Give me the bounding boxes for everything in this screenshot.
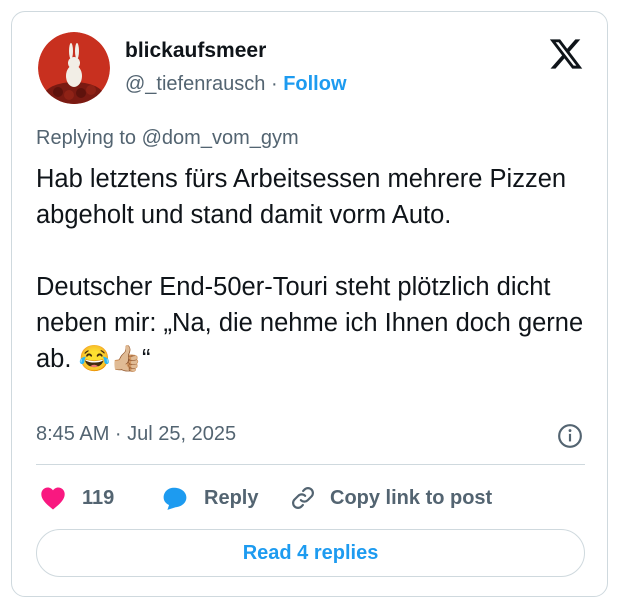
tweet-text: Hab letztens fürs Arbeitsessen mehrere P…	[36, 165, 584, 373]
copy-link-button[interactable]: Copy link to post	[290, 481, 492, 515]
rabbit-avatar-icon	[38, 32, 110, 104]
divider	[36, 464, 585, 465]
reply-bubble-icon	[163, 487, 187, 510]
display-name[interactable]: blickaufsmeer	[125, 38, 266, 64]
follow-button[interactable]: Follow	[283, 73, 346, 95]
like-button[interactable]: 119	[40, 481, 114, 515]
link-icon	[292, 487, 314, 509]
avatar[interactable]	[38, 32, 110, 104]
heart-icon	[41, 487, 65, 510]
separator: ·	[270, 73, 278, 95]
like-count: 119	[82, 486, 115, 509]
x-logo-icon[interactable]	[548, 36, 584, 72]
handle[interactable]: @_tiefenrausch	[125, 73, 265, 95]
timestamp[interactable]: 8:45 AM · Jul 25, 2025	[36, 421, 236, 447]
reply-label: Reply	[204, 486, 259, 509]
handle-row: @_tiefenrausch · Follow	[125, 71, 347, 97]
tweet-card: blickaufsmeer @_tiefenrausch · Follow Re…	[11, 11, 608, 597]
read-replies-button[interactable]: Read 4 replies	[36, 529, 585, 577]
replying-to[interactable]: Replying to @dom_vom_gym	[36, 125, 299, 151]
copy-link-label: Copy link to post	[330, 486, 493, 509]
reply-button[interactable]: Reply	[162, 481, 258, 515]
info-icon[interactable]	[557, 423, 583, 449]
